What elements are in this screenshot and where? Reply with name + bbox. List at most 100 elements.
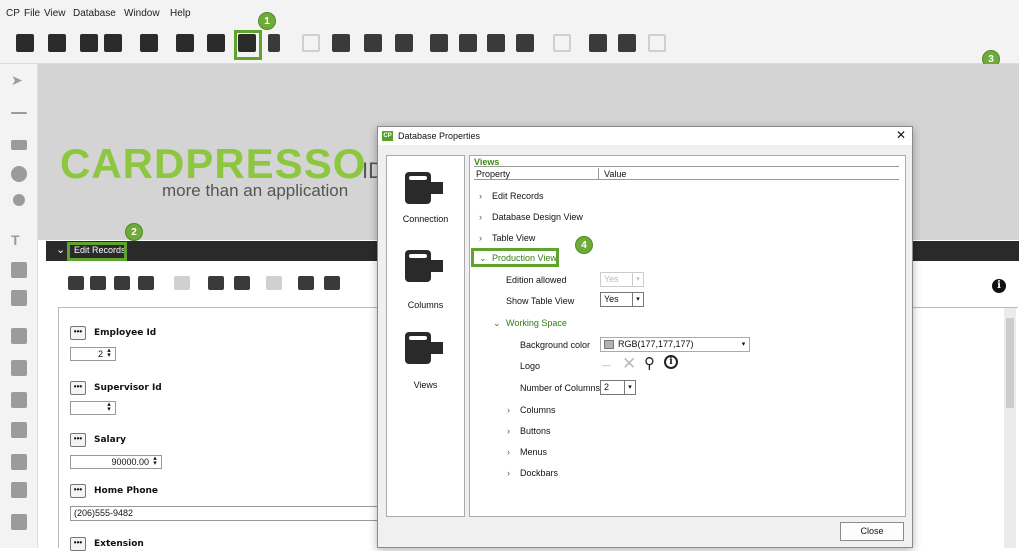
db-prev-first-icon[interactable] <box>430 34 448 52</box>
clear-logo-icon[interactable]: ✕ <box>622 354 636 374</box>
tree-working-space[interactable]: ⌄ Working Space <box>493 318 567 328</box>
db-prev-icon[interactable] <box>459 34 477 52</box>
number-of-columns-select[interactable]: 2 ▾ <box>600 380 636 395</box>
employee-id-spinner[interactable]: 2 <box>70 346 116 361</box>
supervisor-id-options-button[interactable]: ••• <box>70 381 86 395</box>
tree-table-view[interactable]: › Table View <box>479 233 536 243</box>
menu-bar: CP File View Database Window Help <box>0 0 1019 26</box>
expand-arrow-icon: › <box>479 233 482 243</box>
search-record-icon[interactable] <box>174 276 190 290</box>
edition-allowed-value: Yes <box>604 274 619 284</box>
db-delete-icon[interactable] <box>618 34 636 52</box>
chevron-down-icon[interactable]: ⌄ <box>56 243 65 256</box>
salary-spinner[interactable]: 90000.00 <box>70 454 162 469</box>
salary-options-button[interactable]: ••• <box>70 433 86 447</box>
menu-view[interactable]: View <box>44 8 66 19</box>
edition-allowed-label: Edition allowed <box>506 275 567 285</box>
tree-database-design-view[interactable]: › Database Design View <box>479 212 583 222</box>
date-icon[interactable] <box>11 290 27 306</box>
show-table-view-select[interactable]: Yes ▾ <box>600 292 644 307</box>
step-badge-1: 1 <box>258 12 276 30</box>
tree-dockbars[interactable]: › Dockbars <box>507 468 558 478</box>
new-card-icon[interactable] <box>16 34 34 52</box>
qrcode-icon[interactable] <box>11 360 27 376</box>
tree-buttons[interactable]: › Buttons <box>507 426 551 436</box>
rich-text-icon[interactable] <box>11 262 27 278</box>
db-add-icon[interactable] <box>589 34 607 52</box>
number-of-columns-label: Number of Columns <box>520 383 601 393</box>
menu-database[interactable]: Database <box>73 8 116 19</box>
save-icon[interactable] <box>80 34 98 52</box>
prev-record-icon[interactable] <box>90 276 106 290</box>
db-search-icon[interactable] <box>553 34 571 52</box>
card-layout-icon[interactable] <box>207 34 225 52</box>
db-last-icon[interactable] <box>516 34 534 52</box>
db-refresh-icon[interactable] <box>332 34 350 52</box>
star-icon[interactable] <box>13 194 25 206</box>
menu-cp[interactable]: CP <box>6 8 20 19</box>
employee-id-label: Employee Id <box>94 328 157 338</box>
db-filter-icon[interactable] <box>364 34 382 52</box>
first-record-icon[interactable] <box>68 276 84 290</box>
logo-info-icon[interactable]: i <box>664 355 678 369</box>
columns-icon <box>405 250 445 286</box>
encode-icon[interactable] <box>268 34 280 52</box>
db-clear-icon[interactable] <box>395 34 413 52</box>
image-icon[interactable] <box>11 422 27 438</box>
close-button[interactable]: Close <box>840 522 904 541</box>
extension-options-button[interactable]: ••• <box>70 537 86 551</box>
expand-arrow-icon: › <box>507 447 510 457</box>
menu-help[interactable]: Help <box>170 8 191 19</box>
form-scrollbar[interactable] <box>1004 308 1016 548</box>
search-logo-icon[interactable]: ⚲ <box>644 354 655 372</box>
tree-columns[interactable]: › Columns <box>507 405 556 415</box>
last-record-icon[interactable] <box>138 276 154 290</box>
db-next-icon[interactable] <box>487 34 505 52</box>
highlight-4 <box>471 248 559 267</box>
home-phone-field[interactable]: (206)555-9482 <box>70 506 380 521</box>
brand-tagline: more than an application <box>162 181 349 200</box>
nav-views-label: Views <box>413 380 438 390</box>
edition-allowed-select: Yes ▾ <box>600 272 644 287</box>
line-icon[interactable] <box>11 112 27 114</box>
print-record-icon[interactable] <box>298 276 314 290</box>
property-column-header: Property <box>476 169 511 179</box>
photo-icon[interactable] <box>11 392 27 408</box>
supervisor-id-spinner[interactable] <box>70 400 116 415</box>
menu-window[interactable]: Window <box>124 8 160 19</box>
print-all-icon[interactable] <box>324 276 340 290</box>
scrollbar-thumb[interactable] <box>1006 318 1014 408</box>
employee-id-options-button[interactable]: ••• <box>70 326 86 340</box>
save-as-icon[interactable] <box>104 34 122 52</box>
signature-icon[interactable] <box>11 514 27 530</box>
nav-columns[interactable]: Columns <box>387 250 464 316</box>
delete-record-icon[interactable] <box>208 276 224 290</box>
open-icon[interactable] <box>48 34 66 52</box>
db-first-icon[interactable] <box>302 34 320 52</box>
pointer-icon[interactable]: ➤ <box>11 72 23 89</box>
print-icon[interactable] <box>140 34 158 52</box>
home-phone-options-button[interactable]: ••• <box>70 484 86 498</box>
nav-connection[interactable]: Connection <box>387 172 464 238</box>
add-record-icon[interactable] <box>234 276 250 290</box>
close-icon[interactable]: ✕ <box>896 128 906 142</box>
next-record-icon[interactable] <box>114 276 130 290</box>
rectangle-icon[interactable] <box>11 140 27 150</box>
background-color-select[interactable]: RGB(177,177,177) ▾ <box>600 337 750 352</box>
tree-table-view-label: Table View <box>492 233 536 243</box>
tree-menus[interactable]: › Menus <box>507 447 547 457</box>
info-icon[interactable]: i <box>992 279 1006 293</box>
encode-field-icon[interactable] <box>11 482 27 498</box>
text-icon[interactable]: T <box>11 232 20 248</box>
db-check-icon[interactable] <box>648 34 666 52</box>
barcode-icon[interactable] <box>11 328 27 344</box>
nav-views[interactable]: Views <box>387 332 464 398</box>
menu-file[interactable]: File <box>24 8 40 19</box>
print-preview-icon[interactable] <box>176 34 194 52</box>
camera-icon[interactable] <box>11 454 27 470</box>
dialog-nav: Connection Columns Views <box>386 155 465 517</box>
supervisor-id-label: Supervisor Id <box>94 383 162 393</box>
ellipse-icon[interactable] <box>11 166 27 182</box>
apply-record-icon[interactable] <box>266 276 282 290</box>
tree-edit-records[interactable]: › Edit Records <box>479 191 544 201</box>
